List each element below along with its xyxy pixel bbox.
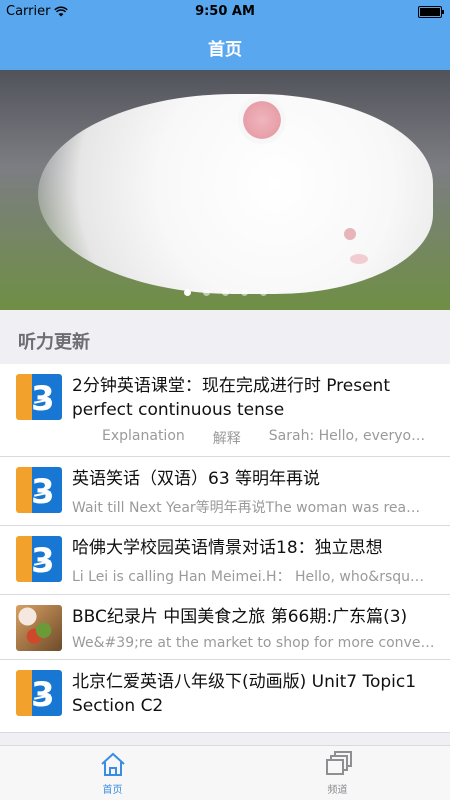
status-bar: Carrier 9:50 AM xyxy=(0,0,450,24)
podcast-logo-icon xyxy=(16,536,62,582)
carousel-dot-4[interactable] xyxy=(240,289,248,296)
rabbit-nose xyxy=(350,254,368,264)
page-title: 首页 xyxy=(208,39,242,60)
home-icon xyxy=(100,752,125,776)
list-item-title: BBC纪录片 中国美食之旅 第66期:广东篇(3) xyxy=(72,607,408,627)
list-item[interactable]: 2分钟英语课堂：现在完成进行时 Present perfect continuo… xyxy=(0,364,450,457)
subtitle-part: 解释 xyxy=(212,431,241,447)
list-item-title: 英语笑话（双语）63 等明年再说 xyxy=(72,469,321,489)
list-item-subtitle: We&#39;re at the market to shop for more… xyxy=(72,635,436,651)
list-item[interactable]: 哈佛大学校园英语情景对话18：独立思想 Li Lei is calling Ha… xyxy=(0,526,450,595)
stack-icon xyxy=(325,751,352,775)
battery-icon xyxy=(418,6,444,18)
list-item-title: 哈佛大学校园英语情景对话18：独立思想 xyxy=(72,538,383,558)
tab-channel[interactable]: 频道 xyxy=(225,746,450,800)
subtitle-part: Explanation xyxy=(102,428,185,444)
status-time: 9:50 AM xyxy=(195,4,255,19)
listening-list: 2分钟英语课堂：现在完成进行时 Present perfect continuo… xyxy=(0,364,450,733)
navigation-bar: 首页 xyxy=(0,24,450,70)
podcast-logo-icon xyxy=(16,670,62,716)
carousel-dot-2[interactable] xyxy=(202,289,210,296)
carousel-dot-5[interactable] xyxy=(259,289,267,296)
list-item-subtitle: Wait till Next Year等明年再说The woman was re… xyxy=(72,500,421,516)
podcast-logo-icon xyxy=(16,467,62,513)
list-item-text: 哈佛大学校园英语情景对话18：独立思想 Li Lei is calling Ha… xyxy=(72,526,450,594)
banner-carousel[interactable] xyxy=(0,70,450,310)
carousel-dot-3[interactable] xyxy=(221,289,229,296)
list-item[interactable]: 北京仁爱英语八年级下(动画版) Unit7 Topic1 Section C2 xyxy=(0,660,450,733)
carousel-page-indicator[interactable] xyxy=(0,289,450,296)
list-item[interactable]: 英语笑话（双语）63 等明年再说 Wait till Next Year等明年再… xyxy=(0,457,450,526)
tab-bar: 首页 频道 xyxy=(0,745,450,800)
rabbit-eye xyxy=(344,228,356,240)
list-item[interactable]: BBC纪录片 中国美食之旅 第66期:广东篇(3) We&#39;re at t… xyxy=(0,595,450,660)
podcast-logo-icon xyxy=(16,374,62,420)
food-photo-icon xyxy=(16,605,62,651)
section-header: 听力更新 xyxy=(0,310,450,364)
rabbit-photo xyxy=(38,94,433,294)
carousel-dot-1[interactable] xyxy=(183,289,191,296)
list-item-subtitle: Explanation 解释 Sarah: Hello, everyo… xyxy=(72,428,436,448)
list-item-text: 英语笑话（双语）63 等明年再说 Wait till Next Year等明年再… xyxy=(72,457,450,525)
tab-home[interactable]: 首页 xyxy=(0,746,225,800)
tab-home-label: 首页 xyxy=(102,785,123,796)
list-item-text: BBC纪录片 中国美食之旅 第66期:广东篇(3) We&#39;re at t… xyxy=(72,595,450,659)
section-title: 听力更新 xyxy=(18,332,90,353)
list-item-text: 2分钟英语课堂：现在完成进行时 Present perfect continuo… xyxy=(72,364,450,456)
list-item-subtitle: Li Lei is calling Han Meimei.H： Hello, w… xyxy=(72,569,425,585)
list-item-title: 北京仁爱英语八年级下(动画版) Unit7 Topic1 Section C2 xyxy=(72,672,417,716)
tab-channel-label: 频道 xyxy=(327,785,348,796)
list-item-text: 北京仁爱英语八年级下(动画版) Unit7 Topic1 Section C2 xyxy=(72,660,450,732)
rabbit-ear xyxy=(238,96,286,144)
subtitle-part: Sarah: Hello, everyo… xyxy=(268,428,426,444)
list-item-title: 2分钟英语课堂：现在完成进行时 Present perfect continuo… xyxy=(72,376,391,420)
